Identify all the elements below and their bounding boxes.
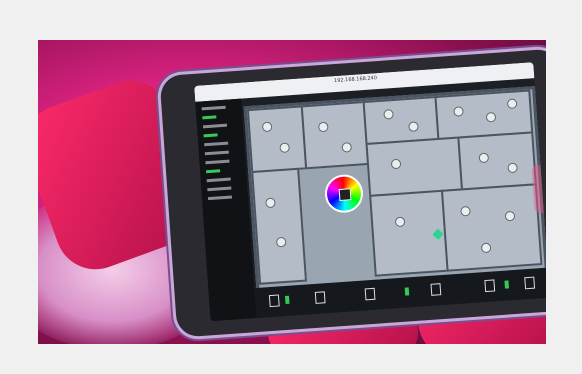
room[interactable] xyxy=(457,131,537,191)
control-button[interactable] xyxy=(268,294,280,308)
status-indicator xyxy=(404,287,410,296)
room[interactable] xyxy=(300,101,370,170)
status-highlight xyxy=(531,162,546,214)
control-button[interactable] xyxy=(484,279,496,293)
tablet: 192.168.168.240 xyxy=(159,48,546,338)
floor-plan[interactable] xyxy=(243,86,546,293)
control-button[interactable] xyxy=(430,283,442,296)
room[interactable] xyxy=(251,167,308,285)
control-button[interactable] xyxy=(524,276,536,290)
room[interactable] xyxy=(440,183,543,272)
color-wheel[interactable] xyxy=(323,173,365,214)
room[interactable] xyxy=(365,136,464,197)
control-button[interactable] xyxy=(314,291,326,304)
status-indicator xyxy=(504,280,509,289)
url-text: 192.168.168.240 xyxy=(333,75,378,85)
control-button[interactable] xyxy=(364,287,376,301)
status-indicator xyxy=(284,295,290,305)
photo: 192.168.168.240 xyxy=(38,40,546,344)
tablet-screen: 192.168.168.240 xyxy=(194,62,546,322)
room[interactable] xyxy=(246,105,308,174)
